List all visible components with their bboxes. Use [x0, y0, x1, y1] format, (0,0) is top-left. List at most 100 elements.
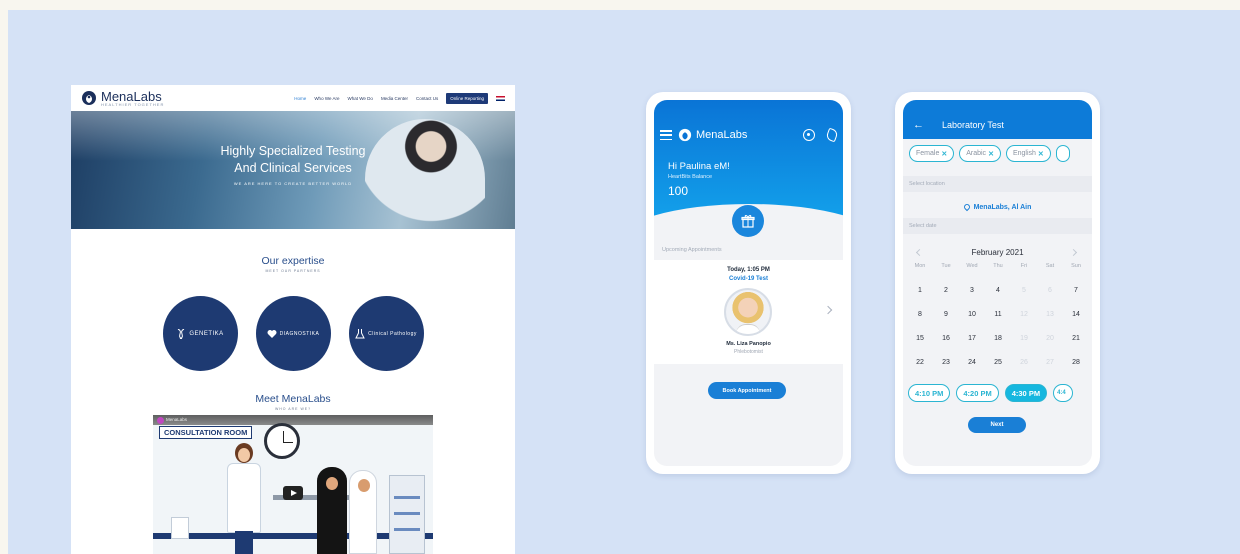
next-button[interactable]: Next — [968, 417, 1026, 433]
weekday-label: Sat — [1045, 263, 1055, 269]
weekday-label: Fri — [1020, 263, 1028, 269]
calendar-day[interactable]: 28 — [1063, 359, 1089, 370]
chevron-right-icon[interactable] — [823, 305, 833, 315]
partner-genetika[interactable]: GENETIKA — [162, 296, 238, 371]
phlebotomist-role: Phlebotomist — [734, 349, 763, 355]
calendar-day[interactable]: 1 — [907, 287, 933, 298]
weekday-label: Tue — [941, 263, 951, 269]
doctor-illustration — [223, 443, 267, 554]
website-mockup: MenaLabs HEALTHIER TOGETHER Home Who We … — [71, 85, 515, 554]
appointment-card[interactable]: Today, 1:05 PM Covid-19 Test Ms. Liza Pa… — [654, 260, 843, 364]
back-arrow-icon[interactable]: ← — [913, 119, 924, 131]
calendar-day[interactable]: 25 — [985, 359, 1011, 370]
expertise-subtitle: MEET OUR PARTNERS — [265, 269, 321, 273]
home-screen: MenaLabs Hi Paulina eM! HeartBits Balanc… — [654, 100, 843, 466]
calendar-day[interactable]: 24 — [959, 359, 985, 370]
nav-link-what-we-do[interactable]: What We Do — [348, 96, 373, 101]
select-date-label: Select date — [903, 218, 1092, 234]
filter-chip-arabic[interactable]: Arabic ✕ — [959, 145, 1001, 162]
filter-chip-female[interactable]: Female ✕ — [909, 145, 955, 162]
calendar-day[interactable]: 15 — [907, 335, 933, 346]
appointment-test: Covid-19 Test — [729, 276, 768, 282]
upcoming-appointments-label: Upcoming Appointments — [662, 247, 722, 253]
time-slot[interactable]: 4:10 PM — [908, 384, 951, 402]
balance-value: 100 — [668, 184, 689, 198]
phlebotomist-avatar — [724, 288, 772, 336]
hero-banner: Highly Specialized Testing And Clinical … — [71, 111, 515, 229]
calendar-day[interactable]: 3 — [959, 287, 985, 298]
hero-subtitle: WE ARE HERE TO CREATE BETTER WORLD — [233, 181, 353, 186]
calendar-day: 19 — [1020, 335, 1028, 342]
gift-icon — [741, 215, 755, 228]
calendar-day: 20 — [1046, 335, 1054, 342]
partner-diagnostika[interactable]: DIAGNOSTIKA — [255, 296, 331, 371]
video-channel-name: MenaLabs — [166, 417, 188, 422]
calendar-day[interactable]: 17 — [959, 335, 985, 346]
phone-home-mockup: MenaLabs Hi Paulina eM! HeartBits Balanc… — [646, 92, 851, 474]
calendar-day[interactable]: 7 — [1063, 287, 1089, 298]
time-slots: 4:10 PM 4:20 PM 4:30 PM 4:4 — [908, 384, 1092, 402]
heart-icon — [267, 329, 277, 338]
site-logo-name: MenaLabs — [101, 88, 162, 104]
calendar-day: 5 — [1022, 287, 1026, 294]
calendar-day: 13 — [1046, 311, 1054, 318]
showcase-canvas: MenaLabs HEALTHIER TOGETHER Home Who We … — [8, 10, 1240, 554]
rewards-button[interactable] — [732, 205, 764, 237]
selected-location[interactable]: MenaLabs, Al Ain — [903, 202, 1092, 212]
consultation-room-sign: CONSULTATION ROOM — [159, 426, 253, 439]
video-player[interactable]: MenaLabs CONSULTATION ROOM — [153, 415, 433, 554]
calendar-month: February 2021 — [971, 248, 1024, 257]
filter-chip-english[interactable]: English ✕ — [1005, 145, 1051, 162]
select-location-label: Select location — [903, 176, 1092, 192]
site-logo-tagline: HEALTHIER TOGETHER — [101, 101, 165, 107]
calendar-day[interactable]: 16 — [933, 335, 959, 346]
remove-icon[interactable]: ✕ — [1038, 150, 1044, 158]
time-slot[interactable]: 4:20 PM — [956, 384, 999, 402]
menalabs-logo-icon — [82, 91, 96, 105]
calendar-day[interactable]: 9 — [933, 311, 959, 322]
site-navbar: MenaLabs HEALTHIER TOGETHER Home Who We … — [71, 85, 515, 111]
site-logo[interactable]: MenaLabs HEALTHIER TOGETHER — [81, 90, 164, 107]
weekday-label: Mon — [914, 263, 926, 269]
calendar-day[interactable]: 2 — [933, 287, 959, 298]
play-icon[interactable] — [283, 486, 303, 500]
calendar-day: 12 — [1020, 311, 1028, 318]
nav-link-media-center[interactable]: Media Center — [381, 96, 408, 101]
partner-clinical-pathology[interactable]: Clinical Pathology — [348, 296, 424, 371]
phone-icon[interactable] — [825, 127, 839, 143]
booking-title: Laboratory Test — [942, 119, 1004, 130]
location-pin-icon — [962, 202, 971, 212]
online-reporting-button[interactable]: Online Reporting — [446, 92, 488, 104]
remove-icon[interactable]: ✕ — [941, 150, 947, 158]
calendar-day[interactable]: 4 — [985, 287, 1011, 298]
expertise-title: Our expertise — [261, 255, 325, 267]
calendar-day[interactable]: 8 — [907, 311, 933, 322]
nav-link-contact-us[interactable]: Contact Us — [416, 96, 438, 101]
filter-chip-more[interactable] — [1055, 145, 1070, 162]
menalabs-logo-icon — [678, 128, 692, 142]
hero-title: Highly Specialized Testing And Clinical … — [220, 144, 366, 175]
menu-icon[interactable] — [660, 130, 672, 140]
calendar-day[interactable]: 23 — [933, 359, 959, 370]
booking-header: ← Laboratory Test — [903, 100, 1092, 139]
calendar-day[interactable]: 18 — [985, 335, 1011, 346]
weekday-label: Sun — [1071, 263, 1081, 269]
partners-list: GENETIKA DIAGNOSTIKA Clinical Pathology — [71, 296, 515, 371]
nav-link-who-we-are[interactable]: Who We Are — [314, 96, 339, 101]
remove-icon[interactable]: ✕ — [988, 150, 994, 158]
time-slot[interactable]: 4:30 PM — [1004, 384, 1048, 402]
whatsapp-icon[interactable] — [803, 129, 815, 141]
calendar-grid: Mon Tue Wed Thu Fri Sat Sun 1 2 3 4 5 6 7 8 9 10 11 12 13 14… — [907, 263, 1089, 370]
language-flag-icon[interactable] — [496, 95, 505, 101]
nav-link-home[interactable]: Home — [294, 96, 306, 101]
calendar-day[interactable]: 22 — [907, 359, 933, 370]
time-slot[interactable]: 4:4 — [1053, 384, 1074, 402]
calendar-day[interactable]: 21 — [1063, 335, 1089, 346]
calendar-day[interactable]: 10 — [959, 311, 985, 322]
book-appointment-button[interactable]: Book Appointment — [708, 382, 786, 399]
calendar-day: 26 — [1020, 359, 1028, 366]
calendar-day[interactable]: 14 — [1063, 311, 1089, 322]
booking-screen: ← Laboratory Test Female ✕ Arabic ✕ Englis… — [903, 100, 1092, 466]
greeting: Hi Paulina eM! — [668, 161, 730, 172]
calendar-day[interactable]: 11 — [985, 311, 1011, 322]
